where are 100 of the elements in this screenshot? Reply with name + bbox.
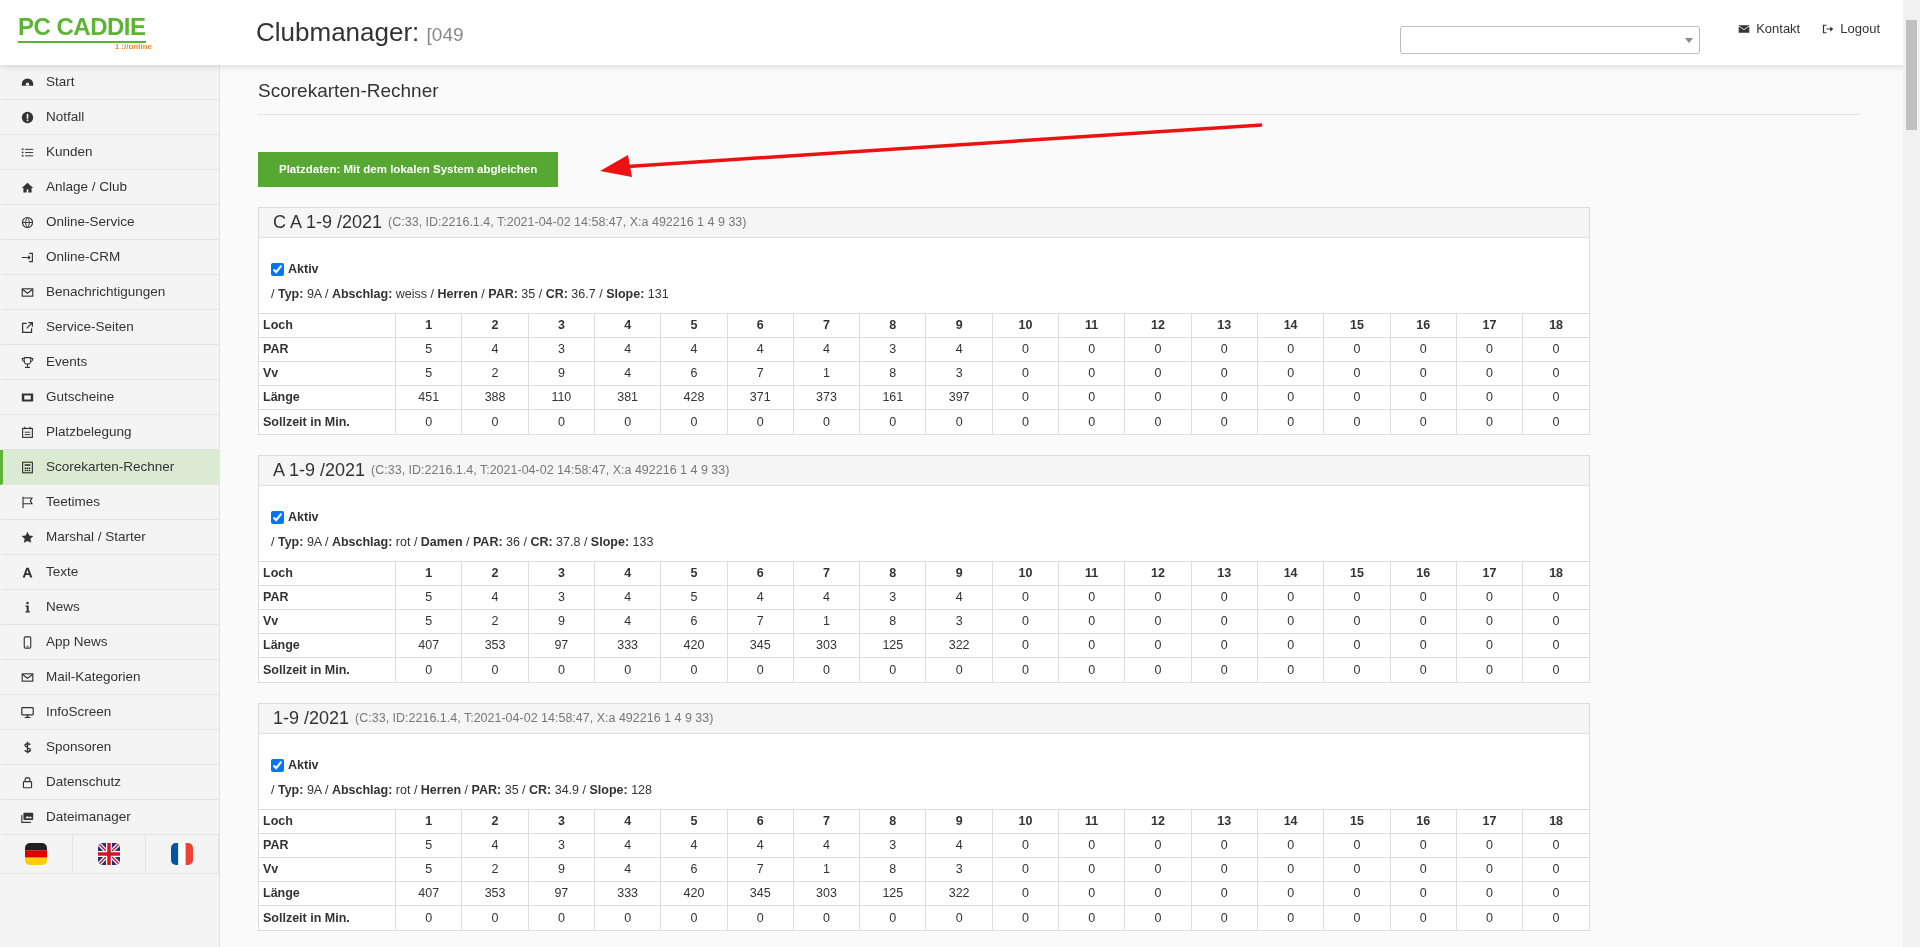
sidebar-item[interactable]: Benachrichtigungen — [0, 275, 219, 310]
table-cell: 0 — [1323, 833, 1391, 858]
calculator-icon — [21, 460, 34, 474]
scrollbar-thumb[interactable] — [1906, 20, 1917, 130]
sidebar-item[interactable]: Start — [0, 65, 219, 100]
row-header: PAR — [259, 833, 396, 858]
table-cell: 407 — [395, 633, 462, 658]
logout-link[interactable]: Logout — [1822, 18, 1880, 39]
row-header: Vv — [259, 609, 396, 634]
column-header: 11 — [1058, 313, 1125, 338]
images-icon — [21, 810, 34, 824]
row-header: Vv — [259, 857, 396, 882]
table-cell: 0 — [1124, 337, 1192, 362]
sidebar-item[interactable]: InfoScreen — [0, 695, 219, 730]
sidebar-item[interactable]: News — [0, 590, 219, 625]
table-cell: 0 — [1456, 633, 1523, 658]
sidebar-item[interactable]: Online-Service — [0, 205, 219, 240]
column-header: 10 — [992, 313, 1059, 338]
column-header: 12 — [1124, 561, 1192, 586]
star-icon — [21, 530, 34, 544]
table-cell: 0 — [1257, 633, 1324, 658]
calendar-icon — [21, 425, 34, 439]
language-flag[interactable] — [171, 843, 193, 865]
table-cell: 9 — [528, 857, 595, 882]
table-cell: 3 — [859, 337, 926, 362]
card-title: 1-9 /2021 — [273, 706, 350, 730]
table-cell: 0 — [1124, 857, 1192, 882]
table-cell: 1 — [793, 609, 860, 634]
table-cell: 0 — [992, 857, 1059, 882]
table-cell: 0 — [1323, 361, 1391, 386]
globe-icon — [21, 215, 34, 229]
table-cell: 1 — [793, 361, 860, 386]
table-cell: 0 — [1390, 633, 1457, 658]
table-cell: 0 — [1257, 361, 1324, 386]
sidebar-item[interactable]: Gutscheine — [0, 380, 219, 415]
row-header: Länge — [259, 385, 396, 410]
sidebar-item[interactable]: Texte — [0, 555, 219, 590]
language-flag[interactable] — [25, 843, 47, 865]
sidebar-item[interactable]: Notfall — [0, 100, 219, 135]
table-cell: 0 — [1257, 385, 1324, 410]
table-cell: 0 — [1124, 609, 1192, 634]
dollar-icon — [21, 740, 34, 754]
table-cell: 420 — [660, 881, 728, 906]
active-checkbox[interactable] — [271, 758, 284, 772]
sidebar-item[interactable]: Dateimanager — [0, 800, 219, 835]
table-cell: 0 — [1191, 337, 1258, 362]
language-flag[interactable] — [98, 843, 120, 865]
column-header: 3 — [528, 809, 595, 834]
table-cell: 0 — [1390, 385, 1457, 410]
table-cell: 353 — [461, 633, 529, 658]
logo-subtitle: 1 ://online — [113, 42, 152, 51]
table-cell: 3 — [926, 609, 993, 634]
table-cell: 0 — [1257, 881, 1324, 906]
table-cell: 97 — [528, 633, 595, 658]
active-checkbox[interactable] — [271, 262, 284, 276]
table-cell: 0 — [1522, 905, 1589, 930]
caret-icon — [1685, 37, 1694, 43]
sidebar-item[interactable]: Online-CRM — [0, 240, 219, 275]
column-header: 2 — [461, 561, 529, 586]
table-cell: 3 — [528, 585, 595, 610]
table-cell: 0 — [992, 881, 1059, 906]
table-cell: 7 — [727, 361, 794, 386]
course-info: / Typ: 9A / Abschlag: rot / Damen / PAR: 36 / CR: 37.8 / Slope: 133 — [270, 533, 655, 551]
table-cell: 0 — [1124, 633, 1192, 658]
active-checkbox[interactable] — [271, 510, 284, 524]
sidebar-item[interactable]: Anlage / Club — [0, 170, 219, 205]
sidebar-item[interactable]: Mail-Kategorien — [0, 660, 219, 695]
sidebar-item[interactable]: Service-Seiten — [0, 310, 219, 345]
sidebar-item[interactable]: Sponsoren — [0, 730, 219, 765]
sidebar-item[interactable]: Kunden — [0, 135, 219, 170]
table-cell: 0 — [1058, 609, 1125, 634]
sidebar-item[interactable]: Scorekarten-Rechner — [0, 450, 219, 485]
table-cell: 345 — [727, 881, 794, 906]
column-header: 4 — [594, 313, 661, 338]
table-cell: 0 — [1522, 657, 1589, 682]
table-cell: 3 — [859, 833, 926, 858]
column-header: 13 — [1191, 809, 1258, 834]
column-header: 10 — [992, 561, 1059, 586]
column-header: 2 — [461, 313, 529, 338]
table-cell: 371 — [727, 385, 794, 410]
table-cell: 0 — [1456, 857, 1523, 882]
table-cell: 97 — [528, 881, 595, 906]
contact-link[interactable]: Kontakt — [1738, 18, 1801, 39]
column-header: Loch — [259, 313, 396, 338]
sidebar-item[interactable]: App News — [0, 625, 219, 660]
column-header: 18 — [1522, 561, 1589, 586]
table-cell: 0 — [1390, 857, 1457, 882]
sidebar-item[interactable]: Events — [0, 345, 219, 380]
table-cell: 0 — [1456, 361, 1523, 386]
column-header: 15 — [1323, 313, 1391, 338]
column-header: 6 — [727, 313, 794, 338]
sidebar-item[interactable]: Datenschutz — [0, 765, 219, 800]
sidebar-item[interactable]: Teetimes — [0, 485, 219, 520]
letter-icon — [21, 565, 34, 579]
table-cell: 7 — [727, 609, 794, 634]
column-header: 12 — [1124, 809, 1192, 834]
logo: PC CADDIE — [18, 14, 146, 43]
sidebar-item[interactable]: Marshal / Starter — [0, 520, 219, 555]
column-header: 12 — [1124, 313, 1192, 338]
column-header: 9 — [926, 809, 993, 834]
